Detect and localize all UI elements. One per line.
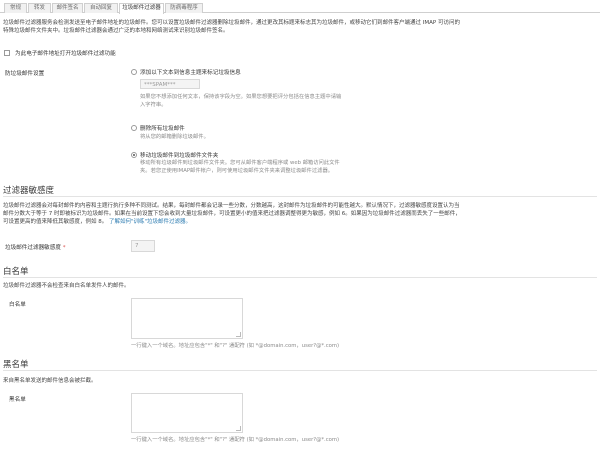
option-mark-subject-help: 如果您不想添加任何文本，保持该字段为空。如果您想要把评分包括在信息主题中请输 入… [140,94,341,109]
option-mark-subject-label: 添加以下文本到信息主题来标记垃圾信息 [140,70,241,76]
enable-spam-filter-label: 为此电子邮件地址打开垃圾邮件过滤功能 [15,51,116,57]
option-delete-label: 删除所有垃圾邮件 [140,126,185,132]
required-mark: * [62,245,66,251]
intro-text: 垃圾邮件过滤器服务会检测发送至电子邮件地址的垃圾邮件。您可以设置垃圾邮件过滤器删… [3,19,597,35]
whitelist-field-label: 白名单 [9,302,26,308]
tab-signature[interactable]: 邮件签名 [52,3,83,13]
resize-grip-icon[interactable] [236,426,241,431]
tab-bar: 常规 转发 邮件签名 自动回复 垃圾邮件过滤器 防病毒程序 [0,0,600,14]
blacklist-hint: 一行键入一个域名。地址应包含"*" 和"?" 通配符 (如 *@domain.c… [131,437,340,443]
blacklist-divider [3,370,597,371]
radio-mark-subject[interactable] [131,69,137,75]
blacklist-textarea[interactable] [131,393,243,433]
tab-general[interactable]: 常规 [4,3,27,13]
option-mark-subject-help-2: 入字符串。 [140,101,167,108]
option-move-help: 移动所有垃圾邮件到垃圾邮件文件夹。您可从邮件客户端程序或 web 邮箱访问此文件… [140,160,340,175]
whitelist-hint: 一行键入一个域名。地址应包含"*" 和"?" 通配符 (如 *@domain.c… [131,343,340,349]
whitelist-title: 白名单 [3,267,29,277]
intro-line-2: 特殊垃圾邮件文件夹中。垃圾邮件过滤器会通过广泛的本地和网络测试来识别垃圾邮件签名… [3,28,229,34]
option-delete-help: 将从您的邮箱删除垃圾邮件。 [140,134,209,140]
tab-spam-filter[interactable]: 垃圾邮件过滤器 [119,3,164,14]
radio-delete-spam[interactable] [131,125,137,131]
sensitivity-divider [3,196,597,197]
option-move-label: 移动垃圾邮件到垃圾邮件文件夹 [140,153,219,159]
option-mark-subject-help-1: 如果您不想添加任何文本，保持该字段为空。如果您想要把评分包括在信息主题中请输 [140,94,342,100]
whitelist-divider [3,277,597,278]
whitelist-description: 垃圾邮件过滤器不会检查来自白名单发件人的邮件。 [3,283,130,289]
tab-forwarding[interactable]: 转发 [28,3,51,13]
sensitivity-description: 垃圾邮件过滤器会对每封邮件的内容和主题行执行多种不同测试。结果，每封邮件都会记录… [3,202,597,226]
train-filter-link[interactable]: 了解如何"训练"垃圾邮件过滤器。 [109,219,191,225]
enable-spam-filter-checkbox[interactable] [4,50,10,56]
tab-autoreply[interactable]: 自动回复 [84,3,118,13]
blacklist-field-label: 黑名单 [9,397,26,403]
sensitivity-field-label-text: 垃圾邮件过滤器敏感度 [5,245,61,251]
tab-antivirus[interactable]: 防病毒程序 [165,3,203,13]
spam-settings-label: 防垃圾邮件设置 [5,71,45,77]
sensitivity-input[interactable]: 7 [131,240,155,252]
spam-subject-input[interactable]: ***SPAM*** [140,79,200,89]
sensitivity-desc-3-text: 可设置更高的值来降低其敏感度，例如 8。 [3,219,108,225]
sensitivity-title: 过滤器敏感度 [3,186,55,196]
sensitivity-field-label: 垃圾邮件过滤器敏感度 * [5,243,66,251]
sensitivity-desc-1: 垃圾邮件过滤器会对每封邮件的内容和主题行执行多种不同测试。结果，每封邮件都会记录… [3,203,460,209]
blacklist-description: 来自黑名单发送的邮件信息会被拦截。 [3,378,97,384]
blacklist-title: 黑名单 [3,360,29,370]
option-move-help-1: 移动所有垃圾邮件到垃圾邮件文件夹。您可从邮件客户端程序或 web 邮箱访问此文件 [140,160,340,166]
option-move-help-2: 夹。若您正使用IMAP邮件帐户，则可使用垃圾邮件文件夹来调整垃圾邮件过滤器。 [140,167,334,174]
sensitivity-desc-2: 邮件分数大于等于 7 时即被标识为垃圾邮件。如果在当前设置下您会收到大量垃圾邮件… [3,211,461,217]
whitelist-textarea[interactable] [131,298,243,339]
radio-move-to-spam-folder[interactable] [131,152,137,158]
intro-line-1: 垃圾邮件过滤器服务会检测发送至电子邮件地址的垃圾邮件。您可以设置垃圾邮件过滤器删… [3,20,460,26]
sensitivity-desc-3: 可设置更高的值来降低其敏感度，例如 8。 了解如何"训练"垃圾邮件过滤器。 [3,218,597,226]
resize-grip-icon[interactable] [236,332,241,337]
